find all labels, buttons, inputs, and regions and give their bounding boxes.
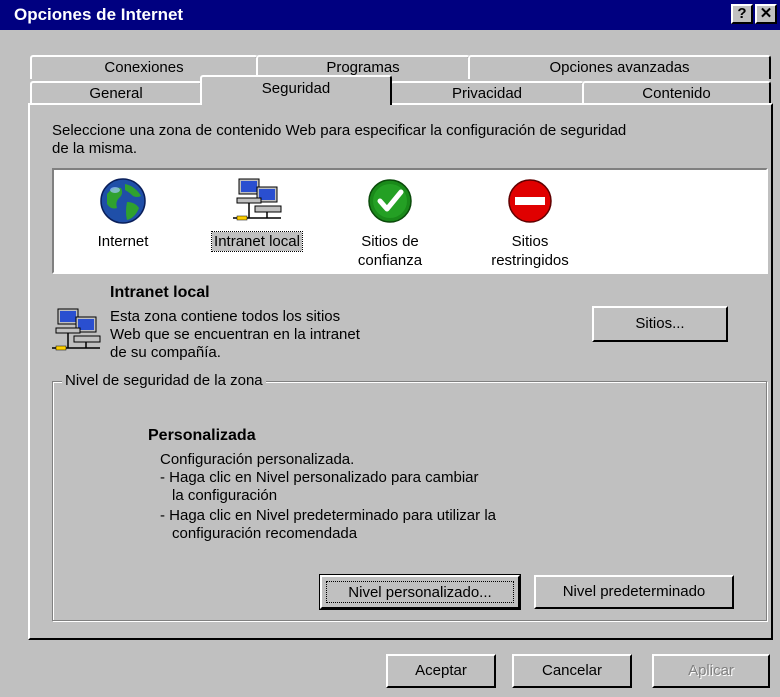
zone-intranet-local[interactable]: Intranet local [198,176,316,252]
zone-label-sitios-de-confianza-1: Sitios de [361,233,419,250]
close-icon: ✕ [759,5,773,22]
security-level-line4: - Haga clic en Nivel predeterminado para… [160,507,496,524]
window-title: Opciones de Internet [14,5,184,24]
zone-internet[interactable]: Internet [78,176,168,251]
zone-label-internet: Internet [97,233,149,250]
security-level-group-label: Nivel de seguridad de la zona [62,372,266,389]
security-level-line3: la configuración [172,487,278,504]
selected-zone-desc-2: Web que se encuentran en la intranet [110,326,360,343]
close-button[interactable]: ✕ [755,4,777,24]
red-no-entry-icon [508,179,552,223]
zone-label-sitios-restringidos-1: Sitios [511,233,549,250]
zone-label-sitios-restringidos-2: restringidos [491,252,569,269]
sites-button[interactable]: Sitios... [592,306,728,342]
tab-general[interactable]: General [30,81,202,105]
selected-zone-desc-3: de su compañía. [110,344,221,361]
zone-label-intranet-local: Intranet local [211,231,303,252]
selected-zone-name: Intranet local [110,284,210,301]
zone-sitios-de-confianza[interactable]: Sitios de confianza [340,176,440,270]
tab-opciones-avanzadas[interactable]: Opciones avanzadas [468,55,771,79]
security-level-line5: configuración recomendada [172,525,358,542]
security-level-line2: - Haga clic en Nivel personalizado para … [160,469,479,486]
tab-contenido[interactable]: Contenido [582,81,771,105]
tab-seguridad[interactable]: Seguridad [200,75,392,105]
intro-text-line1: Seleccione una zona de contenido Web par… [52,122,627,139]
selected-zone-desc-1: Esta zona contiene todos los sitios [110,308,341,325]
zone-label-sitios-de-confianza-2: confianza [357,252,423,269]
custom-level-button-label: Nivel personalizado... [348,583,492,601]
security-level-name: Personalizada [148,427,256,444]
green-check-icon [368,179,412,223]
intro-text-line2: de la misma. [52,140,138,157]
cancel-button[interactable]: Cancelar [512,654,632,688]
network-computers-icon [233,178,282,221]
apply-button[interactable]: Aplicar [652,654,770,688]
help-button[interactable]: ? [731,4,753,24]
custom-level-button[interactable]: Nivel personalizado... [319,574,521,610]
title-bar[interactable]: Opciones de Internet ? ✕ [0,0,780,30]
internet-options-window: Opciones de Internet ? ✕ Conexiones Prog… [0,0,780,697]
globe-icon [100,178,146,224]
default-level-button[interactable]: Nivel predeterminado [534,575,734,609]
network-computers-icon [52,308,101,351]
ok-button[interactable]: Aceptar [386,654,496,688]
security-level-line1: Configuración personalizada. [160,451,355,468]
tab-privacidad[interactable]: Privacidad [390,81,584,105]
zone-sitios-restringidos[interactable]: Sitios restringidos [460,176,600,270]
